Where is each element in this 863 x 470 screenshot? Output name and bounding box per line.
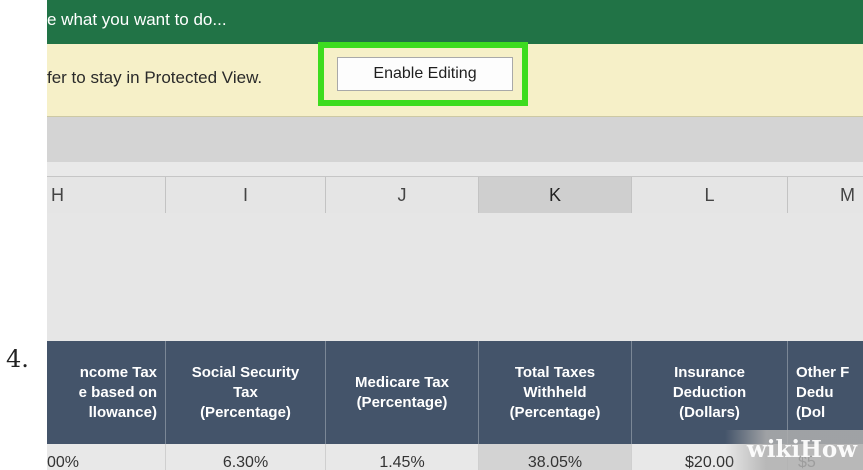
cell-total-taxes[interactable]: 38.05%: [479, 444, 632, 470]
cell-medicare[interactable]: 1.45%: [326, 444, 479, 470]
tell-me-search[interactable]: e what you want to do...: [47, 10, 227, 30]
step-number: 4.: [6, 345, 29, 373]
wikihow-watermark: wikiHow: [724, 430, 863, 470]
column-header-j[interactable]: J: [326, 177, 479, 213]
tell-me-bar: e what you want to do...: [47, 0, 863, 44]
column-headers: H I J K L M: [47, 176, 863, 214]
protected-view-bar: fer to stay in Protected View. Enable Ed…: [47, 42, 863, 117]
header-social-security-tax[interactable]: Social Security Tax (Percentage): [166, 341, 326, 444]
excel-window: e what you want to do... fer to stay in …: [47, 0, 863, 470]
column-header-l[interactable]: L: [632, 177, 788, 213]
column-header-m[interactable]: M: [788, 177, 863, 213]
header-medicare-tax[interactable]: Medicare Tax (Percentage): [326, 341, 479, 444]
column-header-k[interactable]: K: [479, 177, 632, 213]
column-header-i[interactable]: I: [166, 177, 326, 213]
cell-social-security[interactable]: 6.30%: [166, 444, 326, 470]
header-total-taxes[interactable]: Total Taxes Withheld (Percentage): [479, 341, 632, 444]
header-other-deduction[interactable]: Other F Dedu (Dol: [788, 341, 863, 444]
formula-divider: [47, 162, 863, 176]
header-insurance-deduction[interactable]: Insurance Deduction (Dollars): [632, 341, 788, 444]
column-header-h[interactable]: H: [47, 177, 166, 213]
cell-income-tax[interactable]: 00%: [47, 444, 166, 470]
empty-cells[interactable]: [47, 213, 863, 341]
enable-editing-button[interactable]: Enable Editing: [337, 57, 513, 91]
protected-view-message: fer to stay in Protected View.: [47, 68, 263, 87]
table-header-row: ncome Tax e based on llowance) Social Se…: [47, 341, 863, 444]
formula-bar[interactable]: [47, 117, 863, 163]
header-income-tax[interactable]: ncome Tax e based on llowance): [47, 341, 166, 444]
